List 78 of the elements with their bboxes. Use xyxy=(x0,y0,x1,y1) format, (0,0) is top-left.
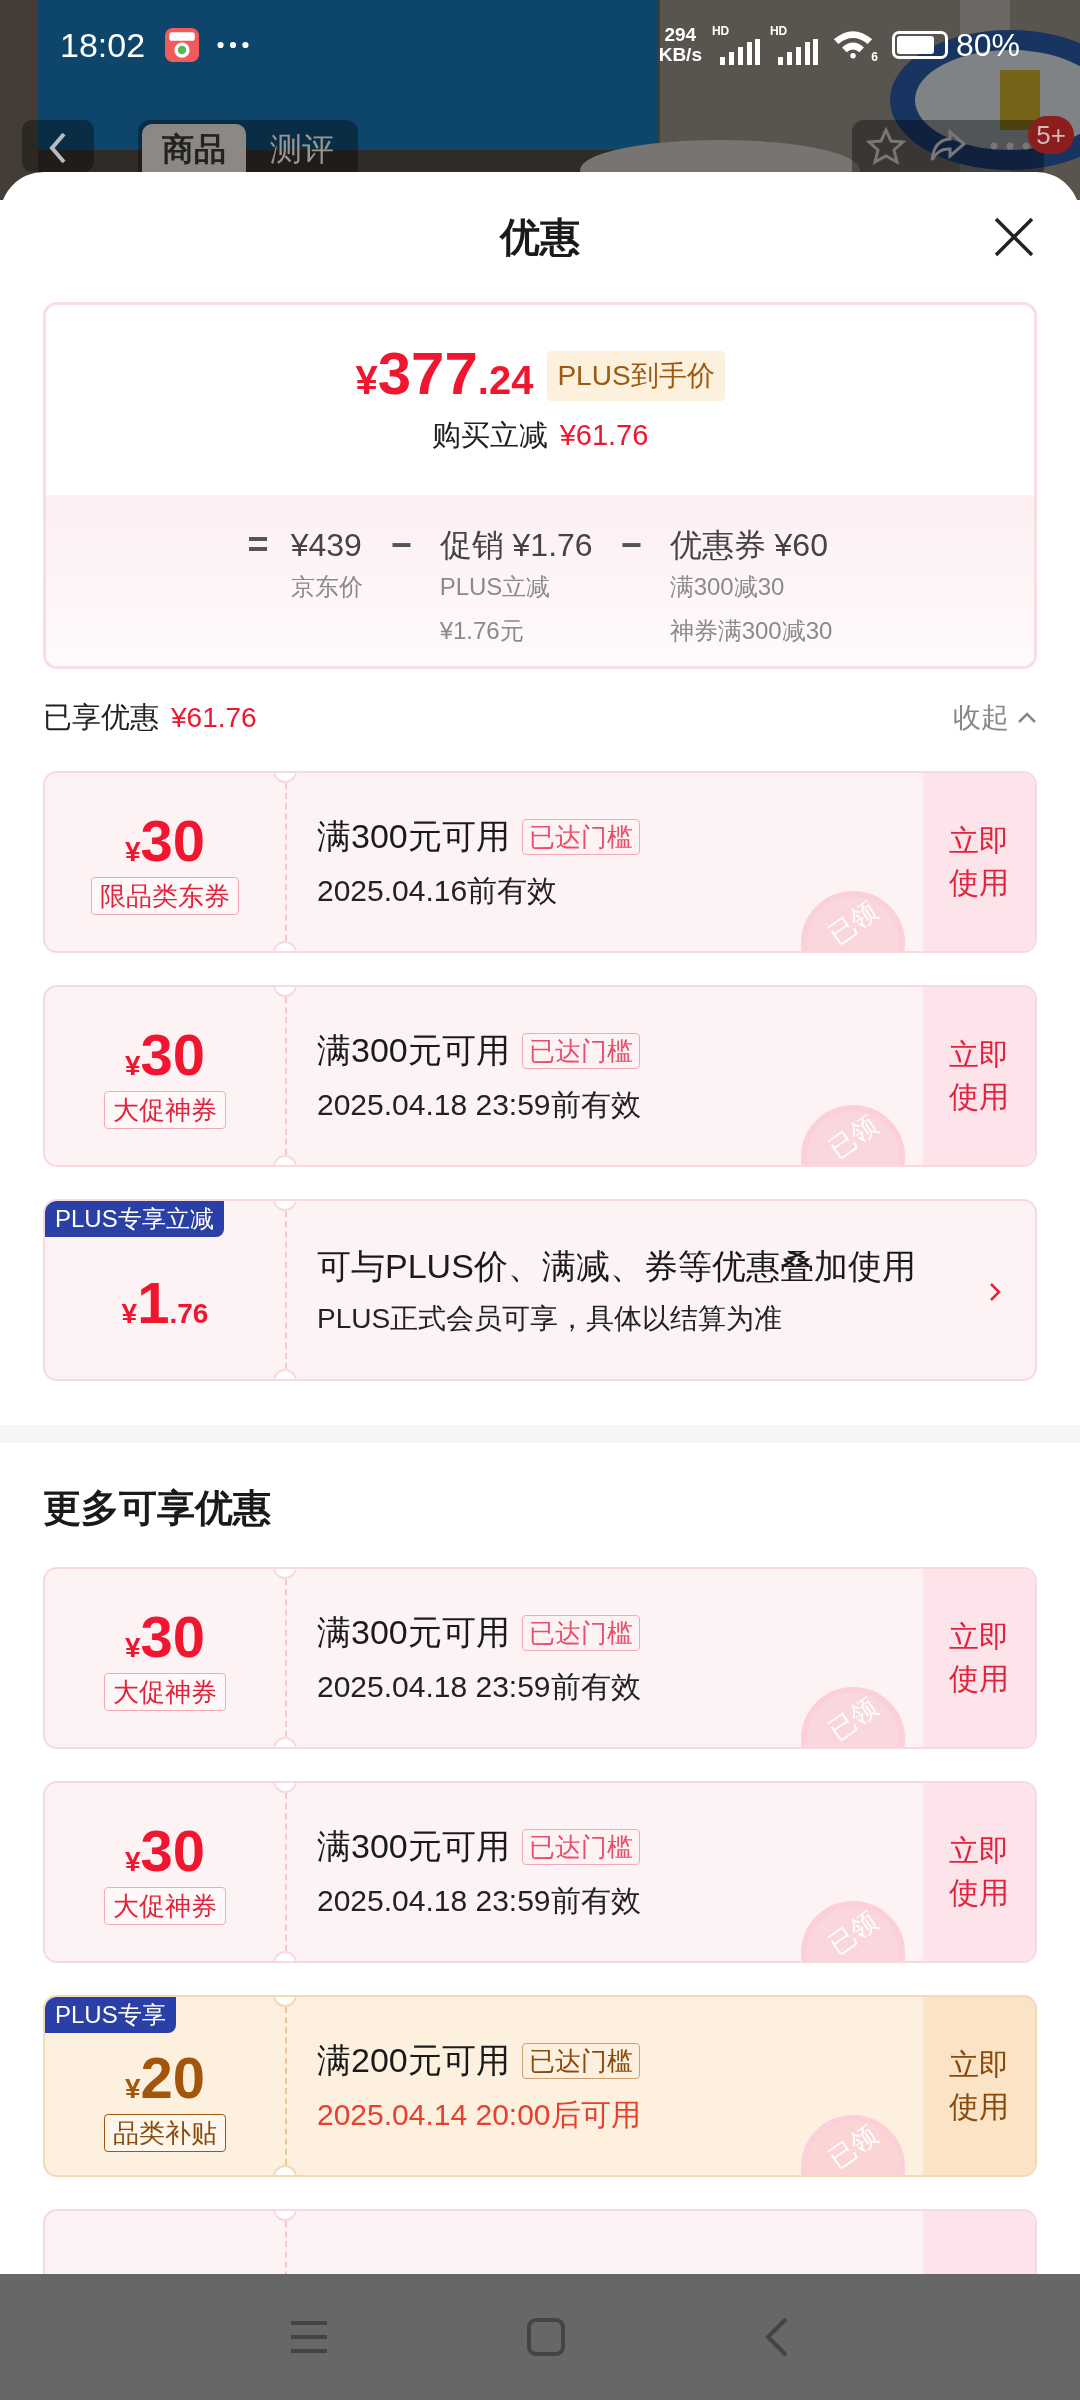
use-now-button[interactable]: 立即使用 xyxy=(923,773,1035,951)
more-notifications-icon xyxy=(217,41,250,49)
coupon-condition: 满300元可用 xyxy=(317,1030,510,1071)
coupon-validity: 2025.04.18 23:59前有效 xyxy=(317,1087,642,1123)
breakdown-note: 京东价 xyxy=(290,572,363,602)
coupon-validity: 2025.04.16前有效 xyxy=(317,873,559,909)
threshold-badge: 已达门槛 xyxy=(521,818,640,855)
coupon-amount: ¥30 xyxy=(124,809,206,873)
back-icon[interactable] xyxy=(765,2317,789,2357)
collapse-toggle[interactable]: 收起 xyxy=(953,697,1037,739)
operator-sign: − xyxy=(390,525,412,567)
sheet-title: 优惠 xyxy=(500,214,580,261)
signal-icon xyxy=(719,39,760,65)
final-price: ¥377.24 xyxy=(355,342,534,410)
network-speed-unit: KB/s xyxy=(658,45,702,65)
clock: 18:02 xyxy=(60,24,146,66)
breakdown-amount: 促销 ¥1.76 xyxy=(439,526,593,565)
wifi-label: 6 xyxy=(871,51,878,63)
breakdown-note: PLUS立减 xyxy=(439,572,552,602)
coupon-validity: 2025.04.14 20:00后可用 xyxy=(317,2097,642,2133)
breakdown-note: 满300减30 xyxy=(669,572,786,602)
operator-sign: − xyxy=(620,525,642,567)
coupon-amount: ¥1.76 xyxy=(121,1271,209,1335)
battery-icon xyxy=(891,31,948,59)
coupon-validity: 2025.04.18 23:59前有效 xyxy=(317,1883,642,1919)
coupon-type-tag: 大促神券 xyxy=(104,1887,226,1925)
coupon-amount: ¥30 xyxy=(124,1605,206,1669)
coupon-amount: ¥30 xyxy=(124,1023,206,1087)
threshold-badge: 已达门槛 xyxy=(521,1828,640,1865)
reduction-label: 购买立减 xyxy=(431,418,548,454)
coupon-validity: 2025.04.18 23:59前有效 xyxy=(317,1669,642,1705)
threshold-badge: 已达门槛 xyxy=(521,2042,640,2079)
breakdown-note: ¥1.76元 xyxy=(439,616,525,646)
signal-icon xyxy=(777,39,818,65)
operator-sign: = xyxy=(247,525,269,567)
breakdown-amount: 优惠券 ¥60 xyxy=(669,526,829,565)
breakdown-amount: ¥439 xyxy=(290,526,363,565)
enjoyed-label: 已享优惠 xyxy=(43,700,159,736)
tab[interactable]: 测评 xyxy=(250,124,354,172)
star-icon[interactable] xyxy=(866,126,906,166)
use-now-button[interactable]: 立即使用 xyxy=(923,1783,1035,1961)
network-speed: 294 xyxy=(664,25,697,45)
section-title: 更多可享优惠 xyxy=(43,1486,272,1531)
plus-benefit-note: PLUS正式会员可享，具体以结算为准 xyxy=(317,1301,784,1336)
coupon-condition: 满300元可用 xyxy=(317,816,510,857)
threshold-badge: 已达门槛 xyxy=(521,1032,640,1069)
reduction-value: ¥61.76 xyxy=(559,418,649,454)
plus-corner-label: PLUS专享 xyxy=(45,1997,176,2033)
coupon-amount: ¥30 xyxy=(124,1819,206,1883)
coupon-condition: 满300元可用 xyxy=(317,1826,510,1867)
coupon-type-tag: 大促神券 xyxy=(104,1091,226,1129)
plus-corner-label: PLUS专享立减 xyxy=(45,1201,224,1237)
breakdown-note: 神券满300减30 xyxy=(669,616,833,646)
close-icon[interactable] xyxy=(994,217,1034,257)
use-now-button[interactable]: 立即使用 xyxy=(923,987,1035,1165)
chevron-up-icon xyxy=(1017,712,1037,724)
signal-label: HD xyxy=(711,25,730,37)
use-now-button[interactable]: 立即使用 xyxy=(923,1569,1035,1747)
back-button[interactable] xyxy=(22,120,94,172)
use-now-button[interactable]: 立即使用 xyxy=(923,1997,1035,2175)
price-tag: PLUS到手价 xyxy=(547,351,725,402)
tab[interactable]: 商品 xyxy=(142,124,246,172)
plus-benefit-text: 可与PLUS价、满减、券等优惠叠加使用 xyxy=(317,1245,917,1287)
battery-percent: 80% xyxy=(955,26,1020,65)
coupon-condition: 满200元可用 xyxy=(317,2040,510,2081)
app-notification-icon xyxy=(165,28,200,62)
more-icon[interactable] xyxy=(990,142,1030,150)
enjoyed-value: ¥61.76 xyxy=(171,701,257,735)
coupon-type-tag: 大促神券 xyxy=(104,1673,226,1711)
threshold-badge: 已达门槛 xyxy=(521,1614,640,1651)
chevron-right-icon[interactable] xyxy=(989,1282,1001,1302)
signal-label: HD xyxy=(769,25,788,37)
coupon-condition: 满300元可用 xyxy=(317,1612,510,1653)
menu-icon[interactable] xyxy=(291,2319,327,2355)
coupon-type-tag: 品类补贴 xyxy=(104,2114,226,2152)
home-icon[interactable] xyxy=(527,2318,565,2356)
coupon-amount: ¥20 xyxy=(124,2046,206,2110)
coupon-type-tag: 限品类东券 xyxy=(91,877,239,915)
